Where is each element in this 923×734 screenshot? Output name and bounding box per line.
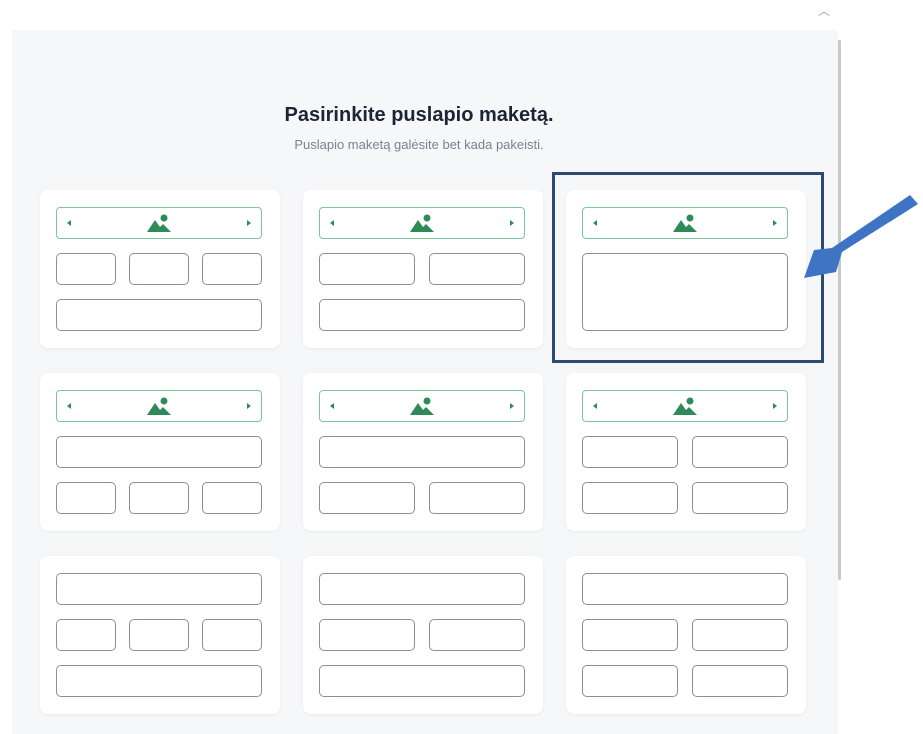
content-block-placeholder xyxy=(56,619,116,651)
image-icon xyxy=(410,214,434,232)
content-block-placeholder xyxy=(692,436,788,468)
wide-block-placeholder xyxy=(56,299,262,331)
slider-placeholder xyxy=(56,390,262,422)
content-block-placeholder xyxy=(202,253,262,285)
page-subtitle: Puslapio maketą galėsite bet kada pakeis… xyxy=(294,137,544,152)
layout-option-card[interactable] xyxy=(303,190,543,348)
content-block-placeholder xyxy=(582,482,678,514)
arrow-left-icon xyxy=(593,220,597,226)
content-block-placeholder xyxy=(56,253,116,285)
content-block-placeholder xyxy=(202,482,262,514)
arrow-right-icon xyxy=(773,403,777,409)
arrow-right-icon xyxy=(247,220,251,226)
content-block-placeholder xyxy=(692,619,788,651)
wide-block-placeholder xyxy=(319,436,525,468)
arrow-left-icon xyxy=(593,403,597,409)
layout-option-card[interactable] xyxy=(566,190,806,348)
content-block-placeholder xyxy=(692,665,788,697)
image-icon xyxy=(673,214,697,232)
wide-block-placeholder xyxy=(319,665,525,697)
wide-block-placeholder xyxy=(56,573,262,605)
wide-block-placeholder xyxy=(582,573,788,605)
arrow-left-icon xyxy=(330,220,334,226)
slider-placeholder xyxy=(319,207,525,239)
image-icon xyxy=(147,397,171,415)
image-icon xyxy=(410,397,434,415)
slider-placeholder xyxy=(56,207,262,239)
image-icon xyxy=(673,397,697,415)
wide-block-placeholder xyxy=(319,573,525,605)
content-block-placeholder xyxy=(129,482,189,514)
layout-option-card[interactable] xyxy=(303,373,543,531)
slider-placeholder xyxy=(319,390,525,422)
content-block-placeholder xyxy=(429,253,525,285)
content-block-placeholder xyxy=(582,619,678,651)
layout-option-card[interactable] xyxy=(40,190,280,348)
image-icon xyxy=(147,214,171,232)
arrow-left-icon xyxy=(67,220,71,226)
wide-block-placeholder xyxy=(56,665,262,697)
content-block-placeholder xyxy=(582,665,678,697)
arrow-right-icon xyxy=(773,220,777,226)
layout-option-card[interactable] xyxy=(566,556,806,714)
content-block-placeholder xyxy=(692,482,788,514)
content-block-placeholder xyxy=(129,619,189,651)
content-block-placeholder xyxy=(582,436,678,468)
content-block-placeholder xyxy=(319,482,415,514)
annotation-arrow-icon xyxy=(804,195,918,278)
layout-option-card[interactable] xyxy=(40,373,280,531)
content-block-placeholder xyxy=(129,253,189,285)
arrow-right-icon xyxy=(510,403,514,409)
wide-block-placeholder xyxy=(319,299,525,331)
page-title: Pasirinkite puslapio maketą. xyxy=(284,104,554,126)
content-block-placeholder xyxy=(429,619,525,651)
content-block-placeholder xyxy=(56,482,116,514)
slider-placeholder xyxy=(582,390,788,422)
large-block-placeholder xyxy=(582,253,788,331)
content-block-placeholder xyxy=(319,253,415,285)
wide-block-placeholder xyxy=(56,436,262,468)
chevron-up-icon[interactable]: ︿ xyxy=(818,2,830,19)
layout-option-card[interactable] xyxy=(566,373,806,531)
arrow-right-icon xyxy=(510,220,514,226)
layout-option-card[interactable] xyxy=(40,556,280,714)
slider-placeholder xyxy=(582,207,788,239)
arrow-left-icon xyxy=(67,403,71,409)
layout-option-card[interactable] xyxy=(303,556,543,714)
arrow-right-icon xyxy=(247,403,251,409)
content-block-placeholder xyxy=(319,619,415,651)
content-block-placeholder xyxy=(202,619,262,651)
arrow-left-icon xyxy=(330,403,334,409)
content-block-placeholder xyxy=(429,482,525,514)
scrollbar[interactable] xyxy=(838,40,841,580)
